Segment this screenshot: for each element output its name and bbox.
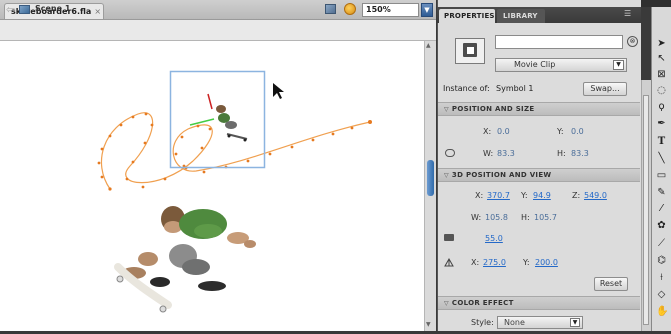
tab-properties[interactable]: PROPERTIES [439,9,495,23]
section-color-effect[interactable]: ▽ COLOR EFFECT [438,296,640,310]
brush-tool-icon[interactable]: ⁄ [656,203,667,214]
back-arrow-icon[interactable]: ⇦ [6,3,15,16]
pen-tool-icon[interactable]: ✒ [656,118,667,129]
panel-tab-bar: PROPERTIES LIBRARY [437,7,641,23]
vanish-x-value[interactable]: 275.0 [483,258,506,267]
3d-z-label: Z: [572,191,581,200]
link-options-icon[interactable]: ⊗ [627,36,638,47]
mouse-cursor [273,83,284,99]
w-value[interactable]: 83.3 [497,149,515,158]
text-tool-icon[interactable]: T [656,136,667,147]
section-title: POSITION AND SIZE [451,105,535,113]
style-label: Style: [471,318,494,327]
edit-scene-icon[interactable] [344,3,356,15]
subselection-tool-icon[interactable]: ↖ [656,53,667,64]
section-3d-position[interactable]: ▽ 3D POSITION AND VIEW [438,168,640,182]
large-skater [114,206,256,313]
perspective-angle-value[interactable]: 55.0 [485,234,503,243]
hand-tool-icon[interactable]: ✋ [656,306,668,317]
selection-tool-icon[interactable]: ➤ [656,38,667,49]
eyedropper-tool-icon[interactable]: ⟊ [656,272,667,283]
y-label: Y: [557,127,564,136]
section-position-size[interactable]: ▽ POSITION AND SIZE [438,102,640,116]
section-title: COLOR EFFECT [451,299,514,307]
collapse-triangle-icon: ▽ [444,300,449,307]
panel-menu-icon[interactable]: ☰ [624,9,631,18]
paint-bucket-tool-icon[interactable]: ⌬ [656,255,667,266]
deco-tool-icon[interactable]: ✿ [656,220,667,231]
line-tool-icon[interactable]: ╲ [656,153,667,164]
selection-box [169,70,266,169]
free-transform-tool-icon[interactable]: ⊠ [656,69,667,80]
scroll-up-icon[interactable]: ▲ [426,42,431,49]
collapse-triangle-icon: ▽ [444,106,449,113]
chevron-down-icon[interactable]: ▼ [613,60,624,70]
h-value[interactable]: 83.3 [571,149,589,158]
3d-w-value: 105.8 [485,213,508,222]
scene-label[interactable]: Scene 1 [35,4,70,13]
panel-scroll-thumb[interactable] [643,95,649,325]
zoom-dropdown-icon[interactable]: ▼ [421,3,433,17]
stage[interactable] [0,41,424,331]
vanish-y-value[interactable]: 200.0 [535,258,558,267]
reset-button[interactable]: Reset [594,277,628,291]
movie-clip-icon-detail [467,47,474,54]
instance-of-label: Instance of: [443,84,490,93]
instance-name-input[interactable] [495,35,623,49]
symbol-type-select[interactable]: Movie Clip [495,58,627,72]
stage-artwork [97,70,372,313]
edit-bar [0,20,436,41]
vanishing-point-icon [444,258,454,267]
scene-icon [19,5,30,14]
section-title: 3D POSITION AND VIEW [451,171,552,179]
edit-symbols-icon[interactable] [325,4,336,14]
eraser-tool-icon[interactable]: ◇ [656,289,667,300]
small-skater [189,93,248,142]
h-label: H: [557,149,566,158]
pencil-tool-icon[interactable]: ✎ [656,187,667,198]
perspective-angle-icon [444,234,454,241]
3d-rotation-tool-icon[interactable]: ◌ [656,85,667,96]
zoom-input[interactable]: 150% [362,3,419,17]
bone-tool-icon[interactable]: ⟋ [656,238,667,249]
x-label: X: [483,127,492,136]
y-value[interactable]: 0.0 [571,127,584,136]
vanish-y-label: Y: [523,258,530,267]
scroll-down-icon[interactable]: ▼ [426,321,431,328]
close-icon[interactable]: × [94,7,101,16]
tab-library[interactable]: LIBRARY [497,9,545,23]
3d-h-value: 105.7 [534,213,557,222]
3d-x-label: X: [475,191,484,200]
3d-y-value[interactable]: 94.9 [533,191,551,200]
3d-x-value[interactable]: 370.7 [487,191,510,200]
collapse-triangle-icon: ▽ [444,172,449,179]
3d-h-label: H: [521,213,530,222]
stage-scroll-thumb[interactable] [427,160,434,196]
3d-w-label: W: [471,213,482,222]
chevron-down-icon[interactable]: ▼ [570,318,580,327]
x-value[interactable]: 0.0 [497,127,510,136]
rectangle-tool-icon[interactable]: ▭ [656,170,667,181]
3d-z-value[interactable]: 549.0 [584,191,607,200]
vanish-x-label: X: [471,258,480,267]
lasso-tool-icon[interactable]: ϙ [656,101,667,112]
instance-of-value: Symbol 1 [496,84,534,93]
swap-button[interactable]: Swap... [583,82,627,96]
lock-proportions-icon[interactable] [445,149,455,157]
3d-y-label: Y: [521,191,528,200]
w-label: W: [483,149,494,158]
